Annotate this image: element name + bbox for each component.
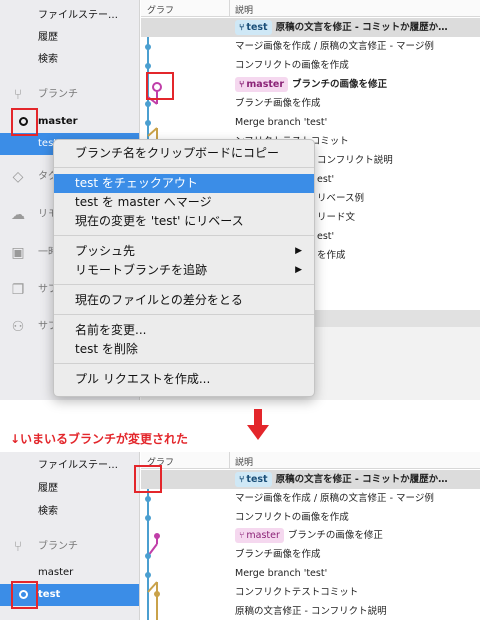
commit-row[interactable]: ブランチ画像を作成: [141, 94, 480, 113]
branch-tag-master: ⑂ master: [235, 77, 289, 92]
sidebar-item-history[interactable]: 履歴: [0, 478, 139, 500]
branch-tag-test: ⑂ test: [235, 472, 272, 487]
commit-row[interactable]: Merge branch 'test': [141, 564, 480, 583]
branch-tag-master: ⑂ master: [235, 528, 284, 543]
tag-icon: ◇: [12, 169, 24, 185]
submenu-arrow-icon: ▶: [295, 265, 302, 275]
highlight-test-head-box: [134, 465, 162, 493]
menu-copy-branch-name[interactable]: ブランチ名をクリップボードにコピー: [54, 144, 314, 163]
sidebar-item-file-status[interactable]: ファイルステー…: [0, 5, 139, 27]
commit-row[interactable]: ⑂ test 原稿の文言を修正 - コミットか履歴か…: [141, 18, 480, 37]
sidebar-section-branches[interactable]: ⑂ ブランチ: [0, 84, 139, 106]
menu-diff-against-current[interactable]: 現在のファイルとの差分をとる: [54, 291, 314, 310]
sidebar-item-search[interactable]: 検索: [0, 49, 139, 71]
menu-rename[interactable]: 名前を変更...: [54, 321, 314, 340]
menu-create-pull-request[interactable]: プル リクエストを作成...: [54, 370, 314, 389]
commit-row[interactable]: コンフリクトの画像を作成: [141, 56, 480, 75]
branch-icon: ⑂: [13, 539, 23, 555]
highlight-current-branch-box: [11, 108, 38, 136]
commit-row[interactable]: Merge branch 'test': [141, 113, 480, 132]
commit-row[interactable]: ⑂ master ブランチの画像を修正: [141, 75, 480, 94]
commit-row[interactable]: コンフリクトテストコミット: [141, 583, 480, 602]
commit-list-bottom: グラフ 説明 ⑂ test 原稿の文言を修正 - コミットか履歴か… マージ画像を作…: [141, 452, 480, 620]
branch-tag-icon: ⑂: [239, 531, 245, 541]
highlight-current-branch-box: [11, 581, 38, 609]
branch-icon: ⑂: [13, 87, 23, 103]
menu-rebase-onto-test[interactable]: 現在の変更を 'test' にリベース: [54, 212, 314, 231]
highlight-master-commit-box: [146, 72, 174, 100]
branch-tag-icon: ⑂: [239, 23, 245, 33]
submodule-icon: ⚇: [11, 319, 25, 335]
column-description[interactable]: 説明: [235, 3, 253, 16]
down-arrow-icon: [247, 409, 269, 440]
sidebar-item-search[interactable]: 検索: [0, 501, 139, 523]
menu-merge-test-into-master[interactable]: test を master へマージ: [54, 193, 314, 212]
commit-row[interactable]: 原稿の文言修正 - コンフリクト説明: [141, 602, 480, 620]
menu-checkout-test[interactable]: test をチェックアウト: [54, 174, 314, 193]
commit-row[interactable]: ⑂ test 原稿の文言を修正 - コミットか履歴か…: [141, 470, 480, 489]
commit-row[interactable]: ブランチ画像を作成: [141, 545, 480, 564]
column-description[interactable]: 説明: [235, 455, 253, 468]
branch-tag-test: ⑂ test: [235, 20, 272, 35]
sidebar-item-file-status[interactable]: ファイルステー…: [0, 455, 139, 477]
commit-row[interactable]: コンフリクトの画像を作成: [141, 508, 480, 527]
commit-row[interactable]: マージ画像を作成 / 原稿の文言修正 - マージ例: [141, 489, 480, 508]
branch-tag-icon: ⑂: [239, 80, 245, 90]
stash-icon: ▣: [11, 245, 25, 261]
branch-context-menu: ブランチ名をクリップボードにコピー test をチェックアウト test を m…: [53, 139, 315, 397]
commit-row[interactable]: ⑂ master ブランチの画像を修正: [141, 526, 480, 545]
annotation-caption: ↓いまいるブランチが変更された: [10, 432, 189, 446]
subtree-icon: ❐: [11, 282, 25, 298]
menu-delete-test[interactable]: test を削除: [54, 340, 314, 359]
submenu-arrow-icon: ▶: [295, 246, 302, 256]
menu-push-to[interactable]: プッシュ先 ▶: [54, 242, 314, 261]
commit-row[interactable]: マージ画像を作成 / 原稿の文言修正 - マージ例: [141, 37, 480, 56]
sidebar-section-branches[interactable]: ⑂ ブランチ: [0, 536, 139, 558]
sidebar-item-history[interactable]: 履歴: [0, 27, 139, 49]
branch-tag-icon: ⑂: [239, 475, 245, 485]
menu-track-remote-branch[interactable]: リモートブランチを追跡 ▶: [54, 261, 314, 280]
cloud-icon: ☁: [11, 207, 25, 223]
